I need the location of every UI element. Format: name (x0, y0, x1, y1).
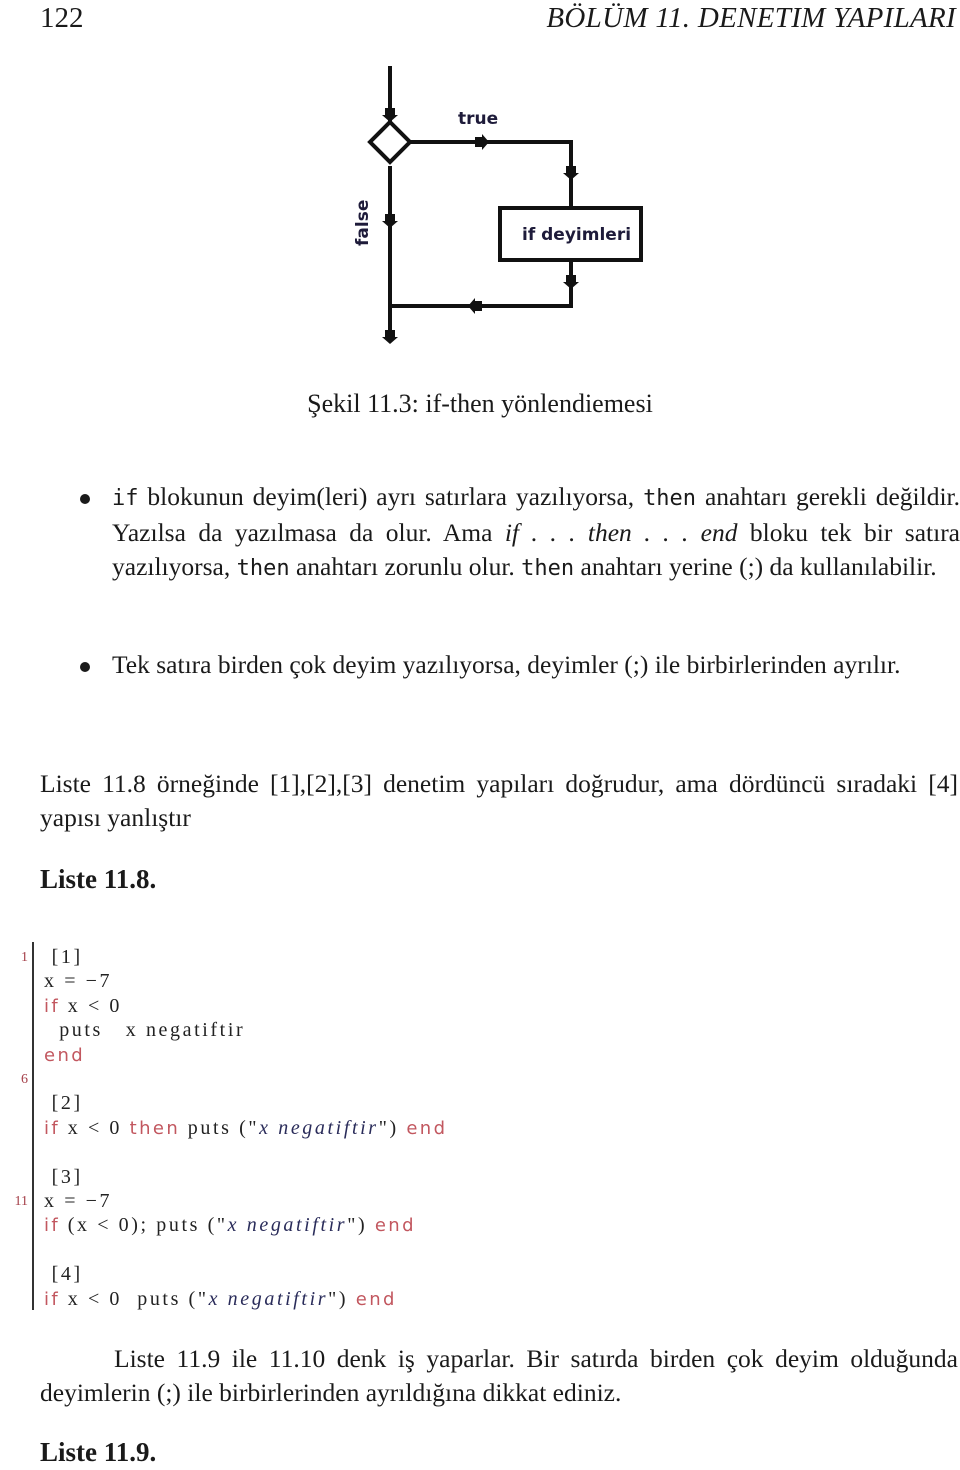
line-number: 1 (21, 950, 28, 965)
code-keyword: then (129, 1117, 181, 1139)
code-keyword: if (44, 995, 61, 1017)
code-keyword: if (44, 1288, 61, 1310)
line-number: 11 (14, 1194, 28, 1209)
arrow-right-icon (475, 134, 489, 150)
arrow-down-icon (563, 275, 579, 289)
code-left-rule (32, 942, 34, 1310)
code-line: if x < 0 (44, 995, 122, 1018)
inline-code: then (521, 556, 575, 581)
flowchart-lines (367, 66, 643, 340)
code-string: x negatiftir (227, 1214, 348, 1237)
page-number: 122 (40, 2, 84, 34)
code-string: x negatiftir (259, 1116, 379, 1139)
inline-code: then (236, 556, 290, 581)
figure-caption: Şekil 11.3: if-then yönlendiemesi (307, 389, 653, 418)
code-line: [3] (44, 1166, 83, 1189)
bullet-item: Tek satıra birden çok deyim yazılıyorsa,… (80, 648, 960, 718)
code-line: [2] (44, 1092, 83, 1115)
text-run: anahtarı yerine (;) da kullanılabilir. (574, 552, 937, 581)
arrow-left-icon (468, 298, 482, 314)
listing-title: Liste 11.8. (40, 864, 157, 894)
code-token: [3] (44, 1165, 83, 1188)
arrow-down-icon (382, 108, 398, 122)
inline-code: then (643, 486, 697, 511)
true-label: true (458, 109, 498, 129)
code-token: puts x negatiftir (44, 1019, 246, 1042)
code-token: x < 0 (60, 994, 123, 1017)
bullet-text: if blokunun deyim(leri) ayrı satırlara y… (112, 480, 960, 586)
code-token: ") (378, 1116, 407, 1139)
code-keyword: end (44, 1044, 86, 1066)
code-token: ") (347, 1214, 375, 1237)
code-line: x = −7 (44, 1190, 112, 1213)
code-line: if (x < 0); puts ("x negatiftir") end (44, 1214, 416, 1237)
intro-paragraph: Liste 11.8 örneğinde [1],[2],[3] denetim… (40, 769, 958, 832)
closing-paragraph: Liste 11.9 ile 11.10 denk iş yaparlar. B… (40, 1342, 958, 1410)
false-label: false (353, 200, 373, 246)
code-keyword: end (406, 1117, 448, 1139)
code-line: [4] (44, 1263, 83, 1286)
code-keyword: end (355, 1288, 397, 1310)
code-keyword: if (44, 1117, 61, 1139)
code-token: [1] (44, 946, 83, 968)
code-line: end (44, 1044, 85, 1067)
decision-diamond (367, 119, 413, 165)
code-line: [1] (44, 946, 83, 969)
bullet-item: if blokunun deyim(leri) ayrı satırlara y… (80, 480, 960, 620)
code-listing: 1 6 11 [1] x = −7 if x < 0 puts x negatiftir… (0, 940, 960, 1312)
text-run: Tek satıra birden çok deyim yazılıyorsa,… (112, 650, 901, 679)
bullet-text: Tek satıra birden çok deyim yazılıyorsa,… (112, 648, 960, 682)
text-run: anahtarı zorunlu olur. (289, 552, 522, 581)
code-token: [4] (44, 1263, 83, 1286)
arrow-down-icon (382, 214, 398, 228)
italic-text: if . . . then . . . end (504, 518, 738, 547)
code-token: x = −7 (44, 1190, 113, 1212)
code-token: x = −7 (44, 970, 113, 993)
code-line: if x < 0 puts ("x negatiftir") end (44, 1288, 397, 1311)
code-line: x = −7 (44, 970, 112, 993)
bullet-dot-icon (80, 662, 90, 672)
code-line: puts x negatiftir (44, 1019, 245, 1042)
arrow-down-icon (382, 330, 398, 344)
code-token: ") (328, 1287, 356, 1310)
line-number: 6 (21, 1072, 28, 1087)
arrow-down-icon (563, 166, 579, 180)
inline-code: if (112, 486, 139, 511)
closing-paragraph-text: Liste 11.9 ile 11.10 denk iş yaparlar. B… (40, 1344, 958, 1407)
statements-box-label: if deyimleri (522, 225, 631, 245)
bullet-dot-icon (80, 494, 90, 504)
listing-title: Liste 11.9. (40, 1437, 157, 1467)
code-string: x negatiftir (208, 1287, 329, 1310)
code-token: x < 0 (60, 1116, 130, 1139)
if-then-flowchart: true false if deyimleri (353, 66, 643, 344)
code-keyword: if (44, 1215, 61, 1237)
code-token: [2] (44, 1092, 83, 1115)
code-line: if x < 0 then puts ("x negatiftir") end (44, 1117, 447, 1140)
chapter-title: BÖLÜM 11. DENETIM YAPILARI (546, 2, 956, 34)
code-keyword: end (374, 1215, 416, 1237)
code-token: (x < 0); puts (" (60, 1214, 228, 1237)
code-token: x < 0 puts (" (60, 1287, 209, 1310)
text-run: blokunun deyim(leri) ayrı satırlara yazı… (138, 482, 644, 511)
code-token: puts (" (180, 1116, 260, 1139)
